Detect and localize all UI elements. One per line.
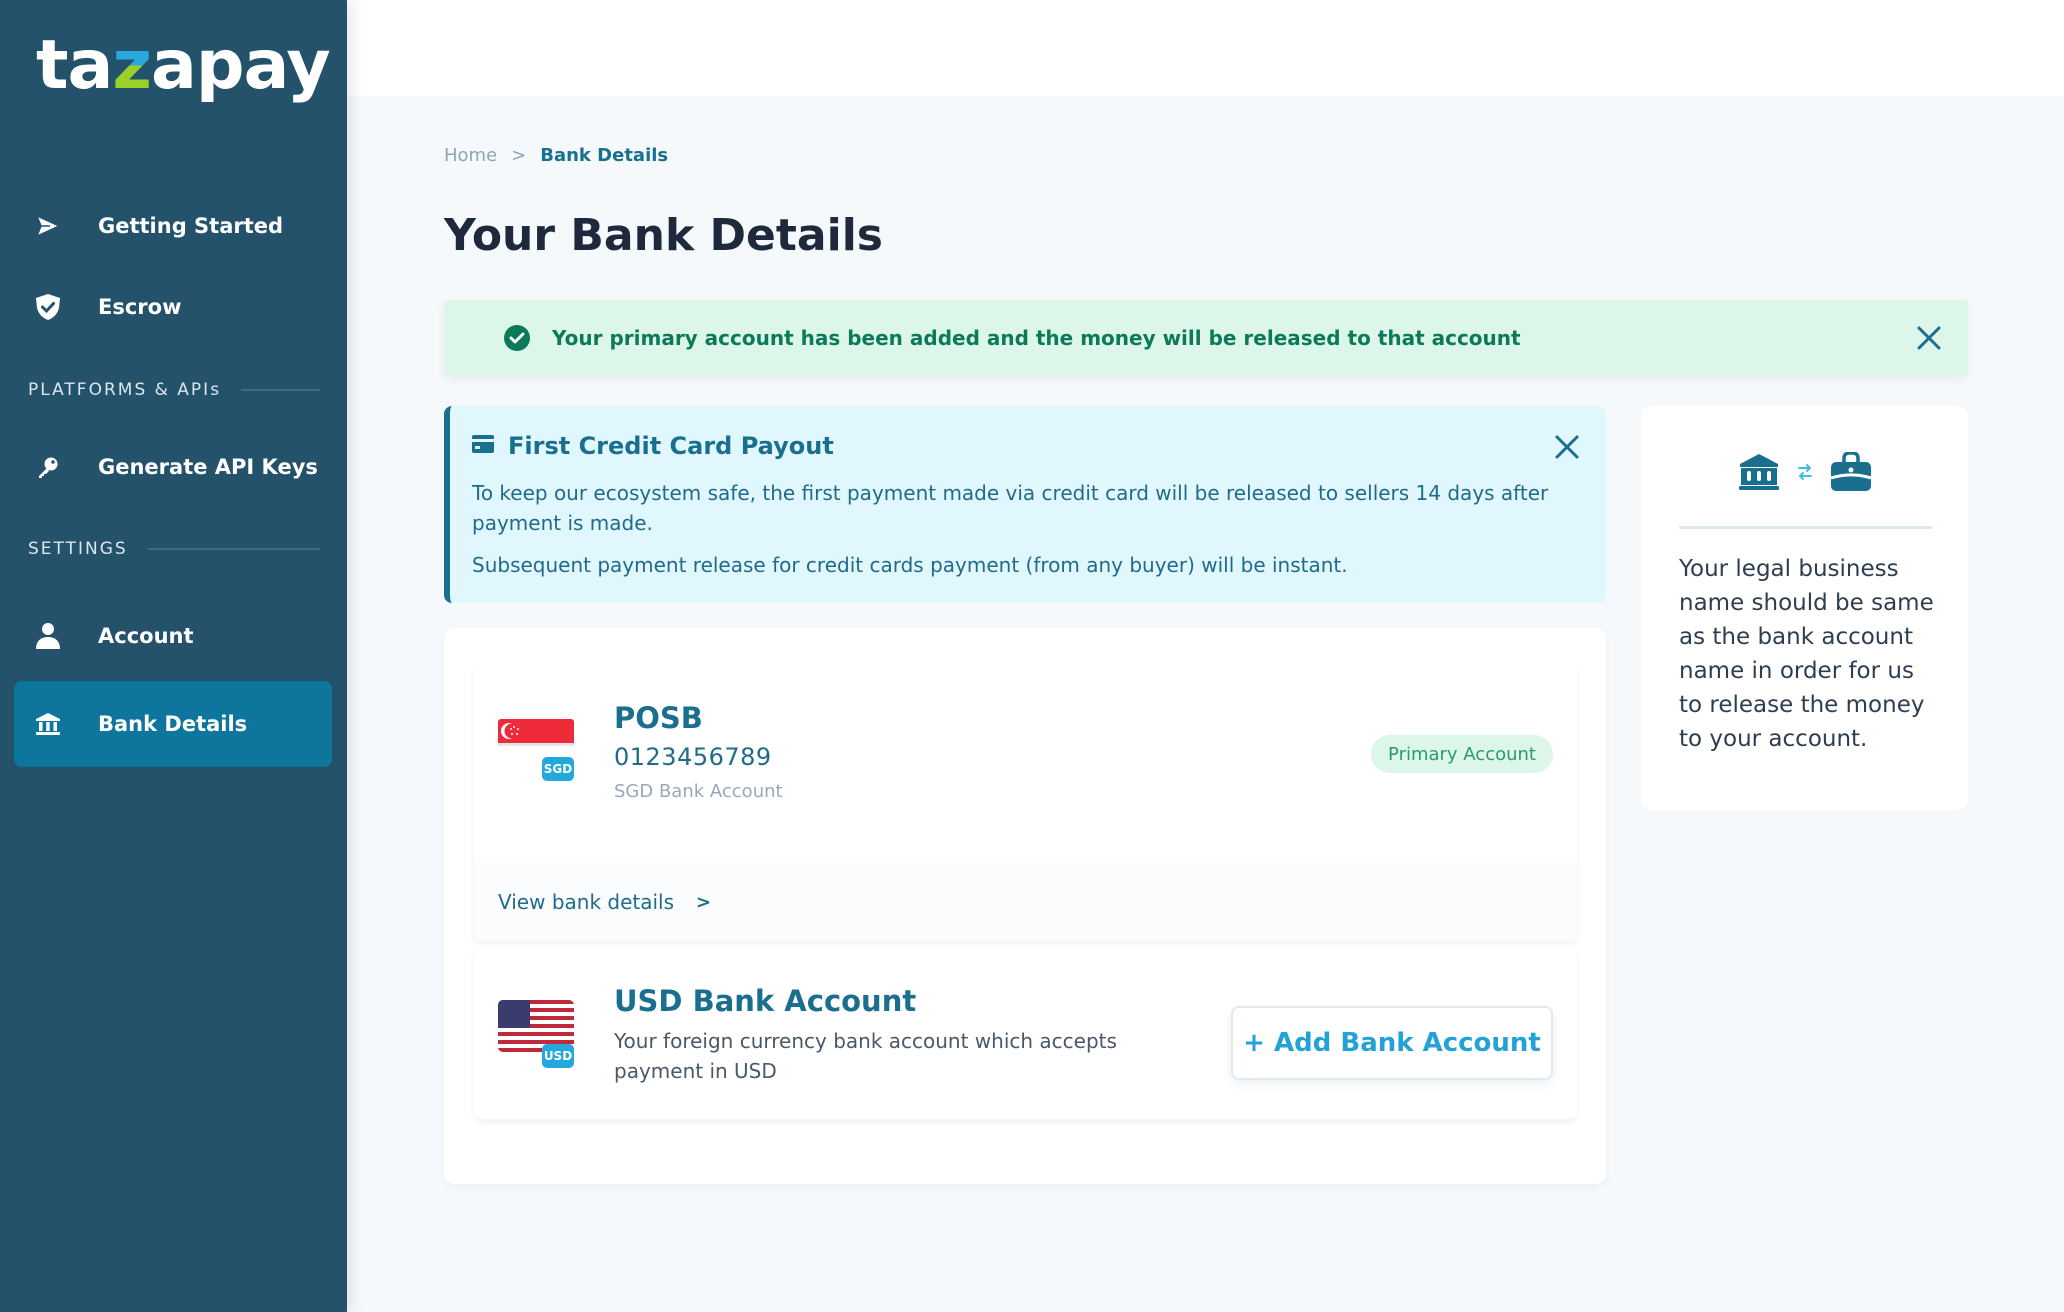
paper-plane-icon [34, 212, 62, 240]
usd-flag: USD [498, 1000, 574, 1068]
view-bank-details-label: View bank details [498, 890, 675, 914]
breadcrumb-separator: > [511, 145, 527, 166]
section-platforms-apis: PLATFORMS & APIs [28, 380, 320, 400]
sidebar-item-getting-started[interactable]: Getting Started [14, 183, 332, 269]
notice-title: First Credit Card Payout [472, 432, 834, 460]
sidebar-item-account[interactable]: Account [14, 593, 332, 679]
sgd-flag: SGD [498, 719, 574, 781]
section-divider [147, 548, 320, 550]
add-bank-account-button[interactable]: + Add Bank Account [1231, 1006, 1553, 1080]
bank-icon [34, 710, 62, 738]
key-icon [34, 453, 62, 481]
close-icon[interactable] [1914, 323, 1944, 353]
account-title: USD Bank Account [614, 984, 917, 1018]
page-title: Your Bank Details [444, 210, 883, 261]
success-message: Your primary account has been added and … [552, 326, 1521, 350]
singapore-flag-icon [498, 719, 574, 746]
sidebar-item-generate-api-keys[interactable]: Generate API Keys [14, 424, 332, 510]
currency-badge: USD [542, 1044, 574, 1068]
section-label: SETTINGS [28, 539, 128, 559]
primary-bank-account: SGD POSB 0123456789 SGD Bank Account Pri… [474, 663, 1577, 941]
bank-name: POSB [614, 701, 703, 735]
success-banner: Your primary account has been added and … [444, 300, 1968, 376]
bank-business-icons [1641, 451, 1968, 496]
exchange-arrows-icon [1797, 463, 1813, 485]
user-icon [34, 622, 62, 650]
sidebar-item-label: Generate API Keys [98, 455, 318, 479]
business-name-info-card: Your legal business name should be same … [1641, 406, 1968, 810]
account-number: 0123456789 [614, 743, 772, 771]
sidebar-item-label: Bank Details [98, 712, 248, 736]
usd-bank-account: USD USD Bank Account Your foreign curren… [474, 948, 1577, 1119]
notice-paragraph: Subsequent payment release for credit ca… [472, 553, 1348, 577]
card-divider [1679, 526, 1932, 529]
currency-badge: SGD [542, 757, 574, 781]
close-icon[interactable] [1552, 432, 1582, 462]
sidebar: tazapay Getting Started Escrow PLATFORMS… [0, 0, 347, 1312]
bank-icon [1738, 453, 1779, 495]
section-divider [241, 389, 320, 391]
view-bank-details-link[interactable]: View bank details > [498, 890, 711, 914]
bank-accounts-card: SGD POSB 0123456789 SGD Bank Account Pri… [444, 628, 1606, 1184]
business-name-note: Your legal business name should be same … [1679, 556, 1934, 752]
logo-z-mark: z [112, 26, 152, 105]
breadcrumb: Home > Bank Details [444, 145, 668, 166]
section-settings: SETTINGS [28, 539, 320, 559]
account-footer: View bank details > [474, 863, 1577, 941]
account-description: Your foreign currency bank account which… [614, 1029, 1117, 1083]
account-type: SGD Bank Account [614, 781, 783, 802]
sidebar-item-bank-details[interactable]: Bank Details [14, 681, 332, 767]
shield-check-icon [34, 293, 62, 321]
logo-text-suffix: apay [150, 26, 331, 105]
section-label: PLATFORMS & APIs [28, 380, 222, 400]
breadcrumb-home-link[interactable]: Home [444, 145, 497, 166]
breadcrumb-current: Bank Details [540, 145, 669, 166]
tazapay-logo[interactable]: tazapay [36, 26, 331, 106]
top-header-bar [347, 0, 2064, 96]
notice-title-text: First Credit Card Payout [508, 432, 834, 460]
chevron-right-icon: > [696, 891, 712, 913]
credit-card-payout-notice: First Credit Card Payout To keep our eco… [444, 406, 1606, 603]
briefcase-icon [1830, 451, 1871, 496]
sidebar-item-label: Escrow [98, 295, 182, 319]
primary-account-badge: Primary Account [1371, 735, 1553, 773]
check-circle-icon [504, 325, 530, 351]
sidebar-item-label: Account [98, 624, 194, 648]
credit-card-icon [472, 435, 494, 457]
logo-text: ta [36, 26, 113, 105]
notice-paragraph: To keep our ecosystem safe, the first pa… [472, 481, 1549, 535]
sidebar-item-escrow[interactable]: Escrow [14, 264, 332, 350]
sidebar-item-label: Getting Started [98, 214, 284, 238]
